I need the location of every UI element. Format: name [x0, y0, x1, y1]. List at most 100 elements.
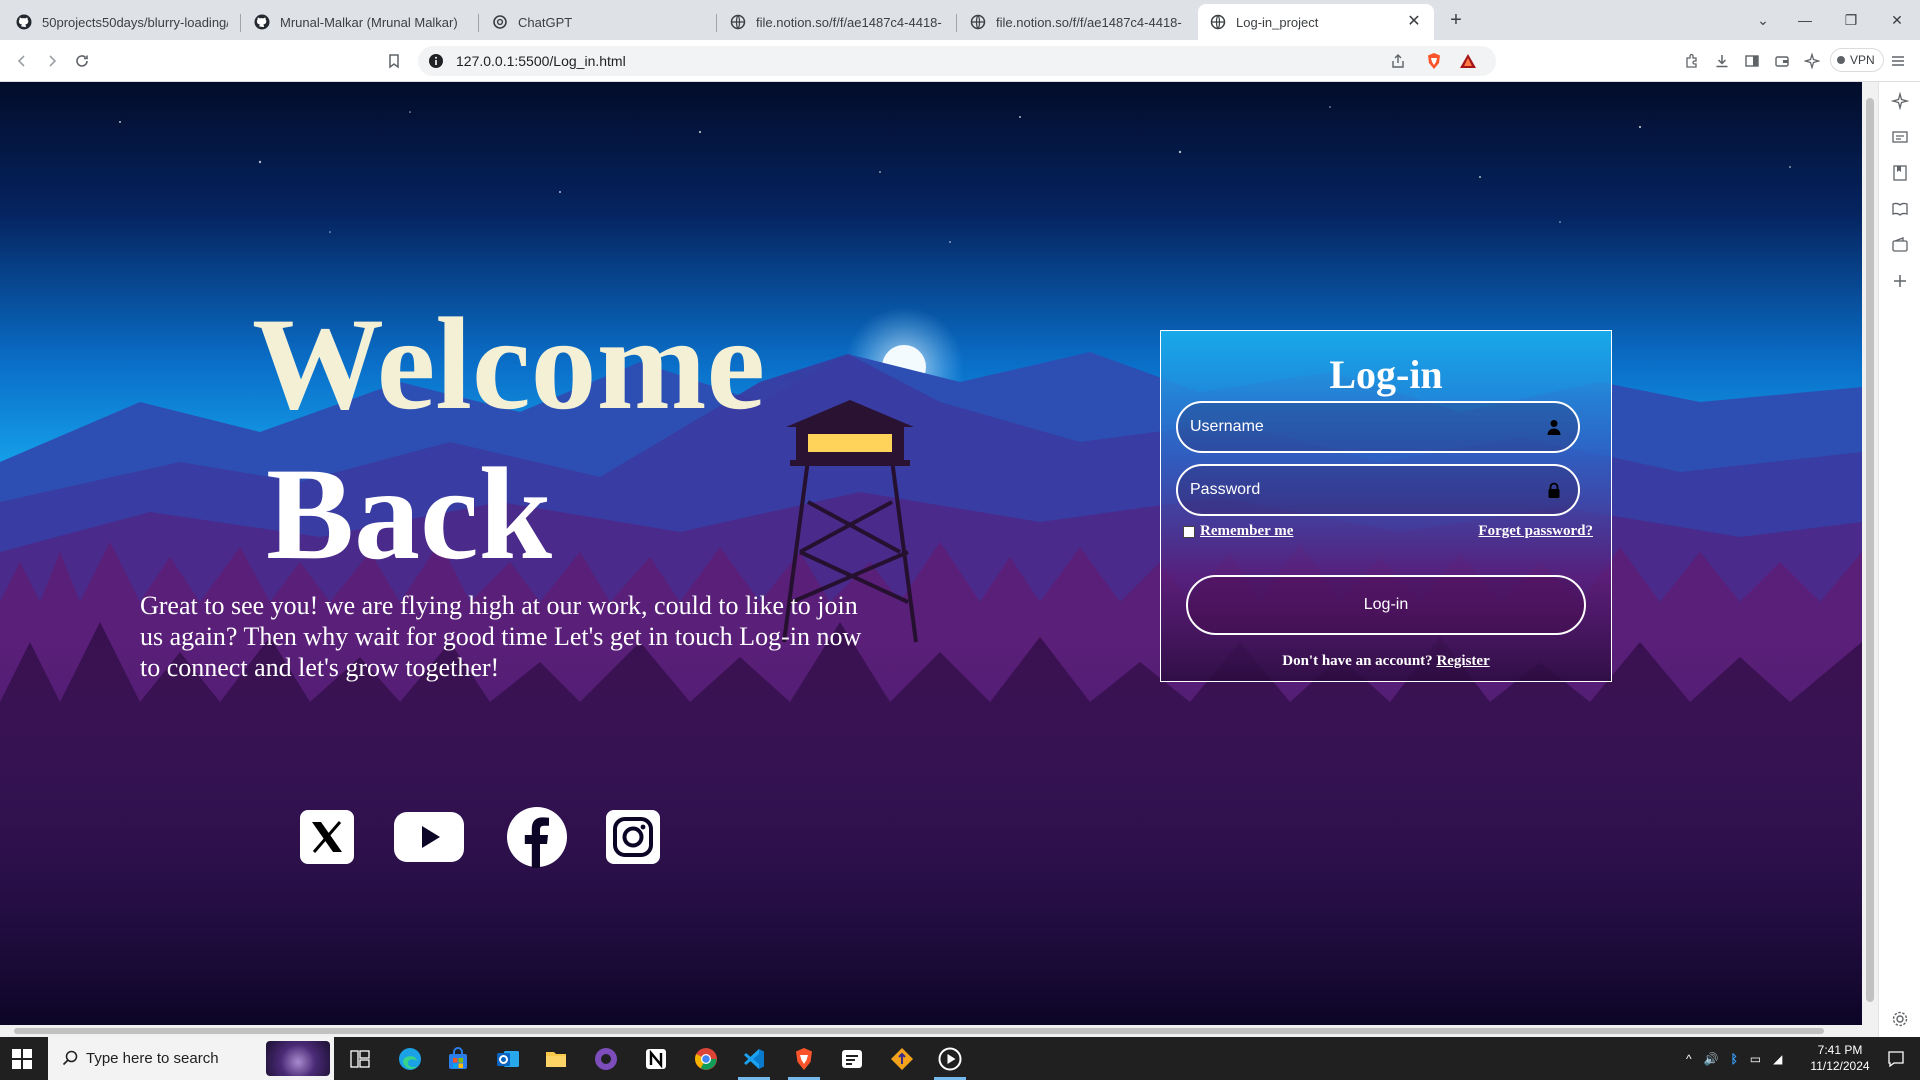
browser-tab-6-active[interactable]: Log-in_project ✕ [1198, 4, 1434, 40]
new-tab-icon[interactable]: + [1444, 8, 1468, 32]
browser-tab-5[interactable]: file.notion.so/f/f/ae1487c4-4418-42 [958, 4, 1194, 40]
reading-list-icon[interactable] [1891, 200, 1909, 218]
wallet-icon[interactable] [1770, 49, 1794, 73]
site-info-icon[interactable] [428, 53, 444, 69]
forward-arrow-icon[interactable] [40, 49, 64, 73]
brave-rewards-icon[interactable] [1456, 49, 1480, 73]
taskbar-search-box[interactable]: Type here to search [48, 1037, 334, 1080]
tab-separator [956, 14, 957, 32]
forgot-password-link[interactable]: Forget password? [1478, 523, 1593, 540]
address-bar[interactable]: 127.0.0.1:5500/Log_in.html [418, 46, 1496, 76]
add-panel-icon[interactable] [1891, 272, 1909, 290]
username-input[interactable] [1190, 403, 1540, 451]
browser-tab-2[interactable]: Mrunal-Malkar (Mrunal Malkar) [242, 4, 478, 40]
youtube-icon[interactable] [394, 806, 464, 868]
login-card: Log-in Remember me Forget password? Log-… [1160, 330, 1612, 682]
instagram-icon[interactable] [598, 806, 668, 868]
extensions-icon[interactable] [1680, 49, 1704, 73]
facebook-icon[interactable] [502, 806, 572, 868]
user-icon [1547, 420, 1561, 435]
tab-title: file.notion.so/f/f/ae1487c4-4418-42 [756, 14, 942, 30]
restore-icon[interactable]: ❐ [1836, 8, 1866, 32]
brave-shields-icon[interactable] [1422, 49, 1446, 73]
horizontal-scrollbar[interactable] [0, 1025, 1878, 1037]
remember-me-checkbox[interactable] [1183, 525, 1195, 538]
url-text: 127.0.0.1:5500/Log_in.html [456, 53, 626, 69]
system-tray: ^ 🔊 ᛒ ▭ ◢ [1686, 1037, 1782, 1080]
menu-icon[interactable] [1886, 49, 1910, 73]
downloads-icon[interactable] [1710, 49, 1734, 73]
tab-separator [240, 14, 241, 32]
search-highlight-image [266, 1041, 330, 1076]
reload-icon[interactable] [70, 49, 94, 73]
horizontal-scroll-thumb[interactable] [14, 1028, 1824, 1034]
settings-gear-icon[interactable] [1891, 1010, 1909, 1028]
wallet-panel-icon[interactable] [1891, 236, 1909, 254]
tab-title: Log-in_project [1236, 14, 1319, 30]
bookmarks-panel-icon[interactable] [1891, 164, 1909, 182]
tab-title: 50projects50days/blurry-loading/in [42, 14, 228, 30]
login-title: Log-in [1329, 352, 1443, 397]
github-desktop-icon[interactable] [582, 1037, 630, 1080]
tab-title: Mrunal-Malkar (Mrunal Malkar) [280, 14, 458, 30]
username-field[interactable] [1176, 401, 1580, 453]
chrome-icon[interactable] [682, 1037, 730, 1080]
volume-icon[interactable]: 🔊 [1704, 1052, 1719, 1066]
register-link[interactable]: Register [1436, 653, 1489, 669]
globe-icon [730, 14, 746, 30]
bluetooth-icon[interactable]: ᛒ [1731, 1052, 1738, 1066]
notion-icon[interactable] [632, 1037, 680, 1080]
windows-taskbar: Type here to search ^ 🔊 ᛒ ▭ ◢ 7:41 PM 11… [0, 1037, 1920, 1080]
vpn-status-icon [1837, 56, 1845, 64]
battery-icon[interactable]: ▭ [1750, 1052, 1761, 1066]
media-player-icon[interactable] [926, 1037, 974, 1080]
terminal-app-icon[interactable] [828, 1037, 876, 1080]
tab-title: file.notion.so/f/f/ae1487c4-4418-42 [996, 14, 1182, 30]
login-button[interactable]: Log-in [1186, 575, 1586, 635]
network-icon[interactable]: ◢ [1773, 1052, 1782, 1066]
notifications-icon[interactable] [1872, 1037, 1920, 1080]
close-window-icon[interactable]: ✕ [1882, 8, 1912, 32]
outlook-icon[interactable] [484, 1037, 532, 1080]
github-icon [16, 14, 32, 30]
password-input[interactable] [1190, 466, 1540, 514]
browser-tab-1[interactable]: 50projects50days/blurry-loading/in [4, 4, 240, 40]
password-field[interactable] [1176, 464, 1580, 516]
windows-start-icon[interactable] [12, 1049, 32, 1069]
chatgpt-icon [493, 15, 507, 29]
file-explorer-icon[interactable] [532, 1037, 580, 1080]
tab-search-chevron-icon[interactable]: ⌄ [1748, 8, 1778, 32]
leo-ai-icon[interactable] [1800, 49, 1824, 73]
back-arrow-icon[interactable] [10, 49, 34, 73]
clock-time: 7:41 PM [1817, 1043, 1863, 1057]
clock-date: 11/12/2024 [1810, 1059, 1870, 1073]
vertical-scrollbar[interactable] [1862, 82, 1878, 1025]
sidebar-toggle-icon[interactable] [1740, 49, 1764, 73]
x-icon[interactable] [292, 806, 362, 868]
edge-icon[interactable] [386, 1037, 434, 1080]
minimize-icon[interactable]: — [1790, 8, 1820, 32]
back-heading: Back [266, 440, 553, 587]
leo-sparkle-icon[interactable] [1891, 92, 1909, 110]
news-icon[interactable] [1891, 128, 1909, 146]
bookmark-icon[interactable] [382, 49, 406, 73]
browser-side-panel [1878, 82, 1920, 1037]
search-placeholder: Type here to search [86, 1050, 219, 1067]
system-clock[interactable]: 7:41 PM 11/12/2024 [1800, 1042, 1880, 1074]
task-view-icon[interactable] [336, 1037, 384, 1080]
page-viewport: Welcome Back Great to see you! we are fl… [0, 82, 1862, 1025]
browser-tab-3[interactable]: ChatGPT [480, 4, 716, 40]
microsoft-store-icon[interactable] [434, 1037, 482, 1080]
browser-tab-4[interactable]: file.notion.so/f/f/ae1487c4-4418-42 [718, 4, 954, 40]
brave-icon[interactable] [780, 1037, 828, 1080]
share-icon[interactable] [1386, 49, 1410, 73]
remember-me[interactable]: Remember me [1183, 523, 1293, 540]
vertical-scroll-thumb[interactable] [1866, 98, 1874, 1002]
tray-overflow-chevron-icon[interactable]: ^ [1686, 1052, 1692, 1066]
no-account-text: Don't have an account? [1282, 653, 1433, 669]
intro-paragraph: Great to see you! we are flying high at … [140, 591, 862, 682]
vscode-icon[interactable] [730, 1037, 778, 1080]
git-gui-icon[interactable] [878, 1037, 926, 1080]
vpn-button[interactable]: VPN [1830, 48, 1884, 72]
close-tab-icon[interactable]: ✕ [1406, 14, 1422, 30]
